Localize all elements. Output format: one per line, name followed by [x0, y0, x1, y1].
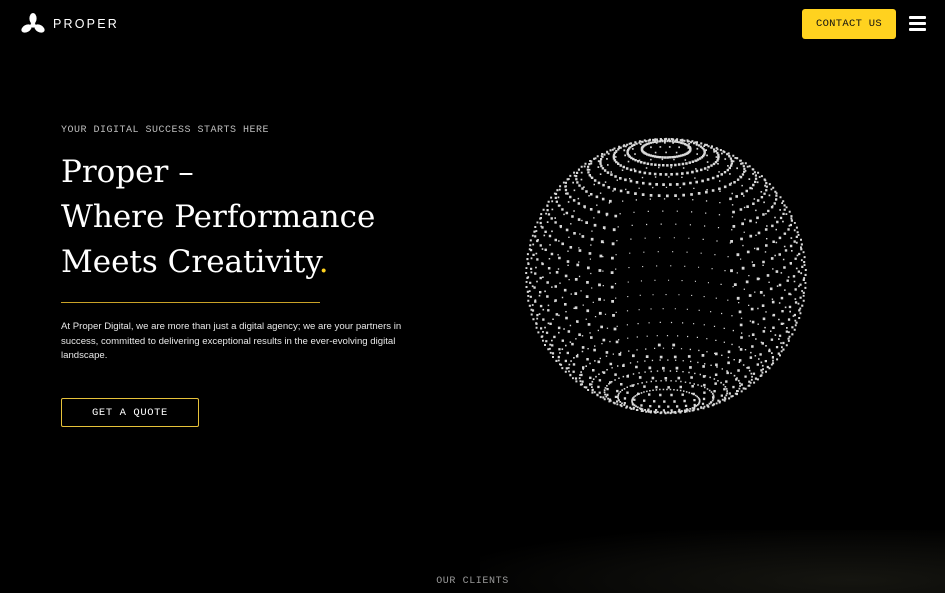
brand-logo-link[interactable]: PROPER	[21, 13, 119, 35]
propeller-logo-icon	[21, 13, 45, 33]
sphere-dots	[525, 137, 807, 415]
headline-line-1: Proper –	[61, 154, 194, 190]
headline-line-3-text: Meets Creativity	[61, 244, 319, 280]
hero-headline: Proper – Where Performance Meets Creativ…	[61, 150, 375, 285]
hamburger-menu-icon[interactable]	[909, 16, 926, 31]
sphere-svg	[525, 137, 807, 415]
headline-line-3: Meets Creativity.	[61, 240, 375, 285]
get-a-quote-button[interactable]: GET A QUOTE	[61, 398, 199, 427]
headline-accent-dot: .	[318, 244, 329, 280]
contact-us-button[interactable]: CONTACT US	[802, 9, 896, 39]
hero-divider	[61, 302, 320, 303]
our-clients-label: OUR CLIENTS	[436, 576, 509, 587]
headline-line-2: Where Performance	[61, 199, 376, 235]
site-header: PROPER CONTACT US	[0, 0, 945, 48]
brand-name: PROPER	[53, 17, 119, 31]
hero-eyebrow: YOUR DIGITAL SUCCESS STARTS HERE	[61, 125, 270, 136]
wireframe-sphere-graphic	[510, 125, 820, 425]
hero-intro-text: At Proper Digital, we are more than just…	[61, 321, 402, 361]
